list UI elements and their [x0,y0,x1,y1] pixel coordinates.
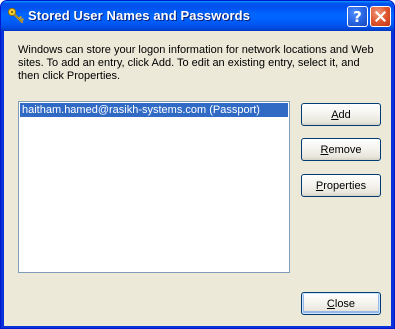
dialog-window: Stored User Names and Passwords ? Window… [0,0,395,329]
properties-button-label: Properties [315,179,367,192]
window-title: Stored User Names and Passwords [28,8,251,23]
close-icon [375,11,386,22]
remove-button[interactable]: Remove [301,138,381,161]
help-button[interactable]: ? [347,6,368,27]
add-button-label: Add [331,108,351,121]
properties-button[interactable]: Properties [301,174,381,197]
add-button[interactable]: Add [301,103,381,126]
close-button[interactable]: Close [301,292,381,315]
title-close-button[interactable] [370,6,391,27]
keys-icon [7,7,24,23]
description-text: Windows can store your logon information… [18,44,374,82]
help-icon: ? [353,7,362,26]
credentials-listbox[interactable]: haitham.hamed@rasikh-systems.com (Passpo… [18,101,290,273]
dialog-body: Windows can store your logon information… [4,31,391,326]
close-button-label: Close [326,297,356,310]
list-item[interactable]: haitham.hamed@rasikh-systems.com (Passpo… [20,103,288,117]
title-bar[interactable]: Stored User Names and Passwords ? [1,1,394,31]
remove-button-label: Remove [320,143,362,156]
